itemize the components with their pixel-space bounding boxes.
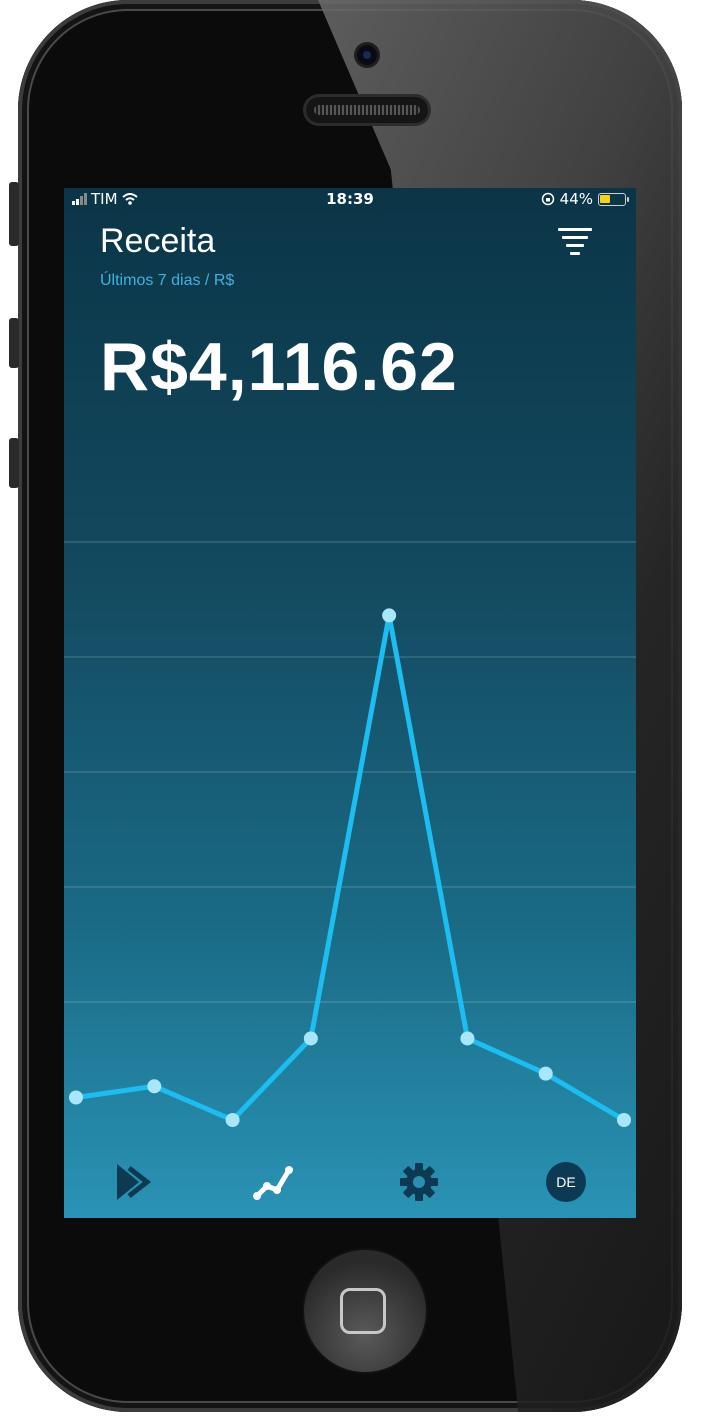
status-right: 44% [541,190,629,208]
volume-up-button[interactable] [9,318,19,368]
page-title: Receita [100,222,216,260]
avatar-icon: DE [546,1162,586,1202]
data-point[interactable] [69,1090,83,1105]
tab-profile[interactable]: DE [541,1160,591,1204]
home-button-icon [340,1288,386,1334]
volume-down-button[interactable] [9,438,19,488]
gear-icon [400,1163,438,1201]
revenue-total: R$4,116.62 [100,329,458,405]
data-point[interactable] [225,1113,240,1127]
trend-line-icon [253,1166,293,1200]
earpiece-speaker [306,97,428,123]
battery-percent: 44% [559,190,593,208]
data-point[interactable] [460,1031,475,1046]
front-camera [357,45,377,65]
tab-bar: DE [64,1138,636,1218]
series-line [73,612,627,1123]
series-points [69,608,631,1127]
data-point[interactable] [617,1113,631,1127]
period-subtitle[interactable]: Últimos 7 dias / R$ [100,272,234,290]
data-point[interactable] [303,1031,318,1046]
forward-chevrons-icon [117,1164,152,1200]
mute-switch[interactable] [9,182,19,246]
app-screen: TIM 18:39 44% Receita Últimos 7 dias / R… [64,188,636,1218]
data-point[interactable] [382,608,397,623]
filter-icon[interactable] [558,228,592,255]
tab-settings[interactable] [394,1160,444,1204]
chart-grid [64,541,636,1003]
tab-reports[interactable] [248,1160,298,1204]
tab-dashboard[interactable] [108,1160,158,1204]
data-point[interactable] [147,1079,162,1094]
status-bar: TIM 18:39 44% [64,188,636,212]
orientation-lock-icon [541,192,554,206]
data-point[interactable] [538,1066,553,1081]
battery-icon [598,192,629,206]
